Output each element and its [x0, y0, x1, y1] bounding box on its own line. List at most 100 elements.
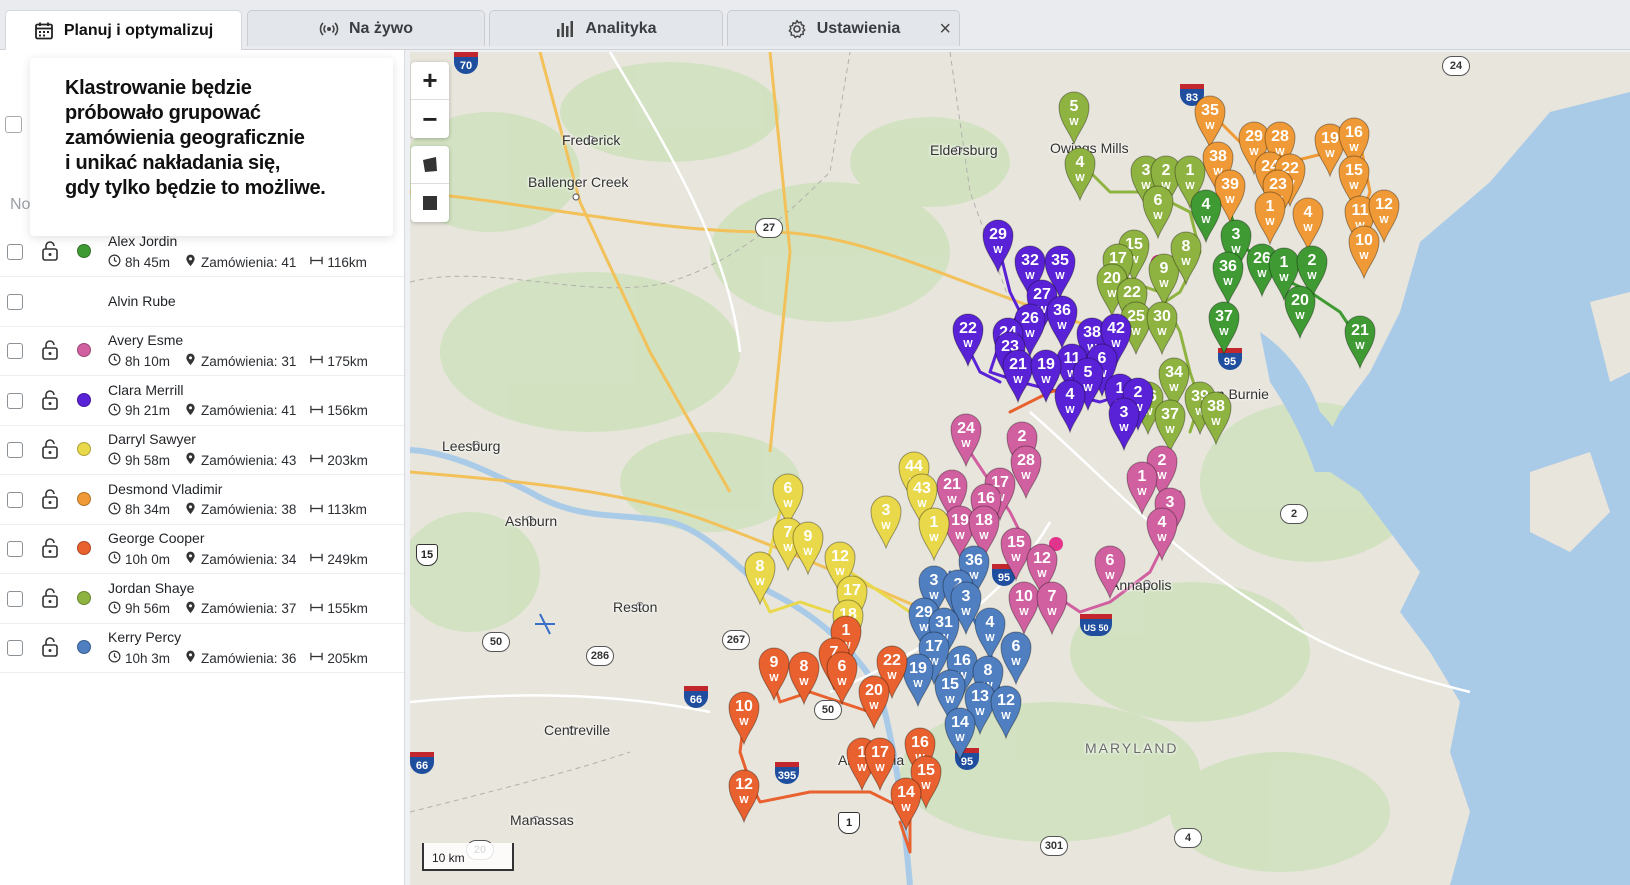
order-pin[interactable]: 5W — [1058, 91, 1090, 146]
order-pin[interactable]: 4W — [1292, 197, 1324, 252]
order-pin[interactable]: 9W — [758, 647, 790, 702]
lock-icon[interactable] — [41, 389, 59, 410]
order-pin[interactable]: 10 W — [1008, 581, 1040, 636]
order-pin[interactable]: 21 W — [1002, 349, 1034, 404]
lock-icon[interactable] — [41, 488, 59, 509]
pin-number: 15 — [917, 762, 935, 779]
lock-icon[interactable] — [41, 241, 59, 261]
order-pin[interactable]: 6W — [1142, 185, 1174, 240]
driver-checkbox[interactable] — [7, 293, 23, 310]
driver-checkbox[interactable] — [7, 590, 23, 607]
driver-row[interactable]: Kerry Percy 10h 3m Zamówienia: 36 205km — [0, 622, 404, 673]
order-pin[interactable]: 6W — [826, 651, 858, 706]
svg-text:W: W — [799, 677, 809, 688]
order-pin[interactable]: 3W — [870, 495, 902, 550]
order-pin[interactable]: 30 W — [1146, 301, 1178, 356]
order-pin[interactable]: 7W — [1036, 581, 1068, 636]
driver-row[interactable]: Desmond Vladimir 8h 34m Zamówienia: 38 1… — [0, 474, 404, 525]
order-pin[interactable]: 15 W — [1000, 527, 1032, 582]
driver-checkbox[interactable] — [7, 491, 23, 508]
order-pin[interactable]: 17 W — [864, 737, 896, 792]
tab-planuj[interactable]: Planuj i optymalizuj — [5, 10, 242, 50]
order-pin[interactable]: 28 W — [1010, 445, 1042, 500]
order-pin[interactable]: 3W — [1108, 397, 1140, 452]
driver-color-dot — [77, 244, 91, 258]
driver-checkbox[interactable] — [7, 541, 23, 557]
order-pin[interactable]: 14 W — [890, 777, 922, 832]
tab-ustawienia[interactable]: Ustawienia × — [727, 10, 960, 46]
pin-number: 5 — [1070, 98, 1079, 115]
lock-icon[interactable] — [41, 637, 59, 657]
order-pin[interactable]: 38 W — [1200, 391, 1232, 446]
order-pin[interactable]: 12 W — [990, 685, 1022, 740]
order-pin[interactable]: 19 W — [902, 653, 934, 708]
svg-text:W: W — [1185, 181, 1195, 192]
order-pin[interactable]: 9W — [792, 521, 824, 576]
order-pin[interactable]: 8W — [744, 551, 776, 606]
order-pin[interactable]: 4W — [1064, 147, 1096, 202]
driver-checkbox[interactable] — [7, 640, 23, 656]
order-pin[interactable]: 21 W — [1344, 315, 1376, 370]
svg-text:W: W — [755, 577, 765, 588]
order-pin[interactable]: 36 W — [1212, 251, 1244, 306]
clock-icon — [108, 502, 125, 518]
order-pin[interactable]: 10 W — [728, 691, 760, 746]
close-icon[interactable]: × — [939, 19, 951, 39]
order-pin[interactable]: 4W — [1146, 507, 1178, 562]
order-pin[interactable]: 12 W — [728, 769, 760, 824]
order-pin[interactable]: 1W — [918, 507, 950, 562]
driver-checkbox[interactable] — [7, 442, 23, 458]
order-pin[interactable]: 36 W — [1046, 295, 1078, 350]
order-pin[interactable]: 10 W — [1348, 225, 1380, 280]
order-pin[interactable]: 29 W — [982, 219, 1014, 274]
lock-icon[interactable] — [41, 340, 59, 360]
order-pin[interactable]: 6W — [1000, 631, 1032, 686]
order-pin[interactable]: 35 W — [1194, 95, 1226, 150]
pin-number: 16 — [1345, 124, 1363, 141]
order-pin[interactable]: 1W — [1254, 191, 1286, 246]
rectangle-draw-button[interactable] — [411, 184, 449, 222]
lock-icon[interactable] — [41, 538, 59, 558]
driver-row[interactable]: Darryl Sawyer 9h 58m Zamówienia: 43 203k… — [0, 424, 404, 475]
driver-row[interactable]: Clara Merrill 9h 21m Zamówienia: 41 156k… — [0, 375, 404, 426]
order-pin[interactable]: 37 W — [1154, 399, 1186, 454]
order-pin[interactable]: 4W — [974, 607, 1006, 662]
pin-number: 8 — [1182, 238, 1191, 255]
order-pin[interactable]: 14 W — [944, 707, 976, 762]
pin-number: 4 — [1076, 154, 1085, 171]
driver-checkbox[interactable] — [7, 392, 23, 409]
order-pin[interactable]: 4W — [1190, 189, 1222, 244]
pin-number: 1 — [1186, 162, 1195, 179]
driver-row[interactable]: George Cooper 10h 0m Zamówienia: 34 249k… — [0, 523, 404, 574]
order-pin[interactable]: 4W — [1054, 379, 1086, 434]
order-pin[interactable]: 20 W — [858, 675, 890, 730]
select-all-checkbox[interactable] — [5, 116, 22, 133]
pin-number: 8 — [984, 662, 993, 679]
driver-row[interactable]: Avery Esme 8h 10m Zamówienia: 31 175km — [0, 325, 404, 376]
clock-icon — [108, 353, 125, 369]
driver-row[interactable]: Jordan Shaye 9h 56m Zamówienia: 37 155km — [0, 573, 404, 624]
driver-row[interactable]: Alvin Rube — [0, 276, 404, 327]
tab-na-zywo[interactable]: Na żywo — [247, 10, 485, 46]
driver-checkbox[interactable] — [7, 244, 23, 260]
route-map[interactable]: Frederick Eldersburg Owings Mills Ballenger… — [410, 52, 1630, 885]
order-pin[interactable]: 1W — [1126, 461, 1158, 516]
order-pin[interactable]: 20 W — [1284, 285, 1316, 340]
driver-color-dot — [77, 343, 91, 357]
order-pin[interactable]: 6W — [1094, 545, 1126, 600]
polygon-draw-button[interactable] — [411, 146, 449, 184]
order-pin[interactable]: 24 W — [950, 413, 982, 468]
svg-text:W: W — [1131, 327, 1141, 338]
tab-analityka[interactable]: Analityka — [489, 10, 723, 46]
svg-text:W: W — [917, 499, 927, 510]
pin-number: 16 — [911, 734, 929, 751]
order-pin[interactable]: 37 W — [1208, 301, 1240, 356]
lock-icon[interactable] — [41, 439, 59, 459]
lock-icon[interactable] — [41, 587, 59, 608]
order-pin[interactable]: 22 W — [952, 313, 984, 368]
zoom-out-button[interactable]: − — [411, 100, 449, 138]
driver-checkbox[interactable] — [7, 343, 23, 359]
order-pin[interactable]: 8W — [788, 651, 820, 706]
zoom-in-button[interactable]: + — [411, 62, 449, 100]
svg-text:W: W — [1159, 279, 1169, 290]
